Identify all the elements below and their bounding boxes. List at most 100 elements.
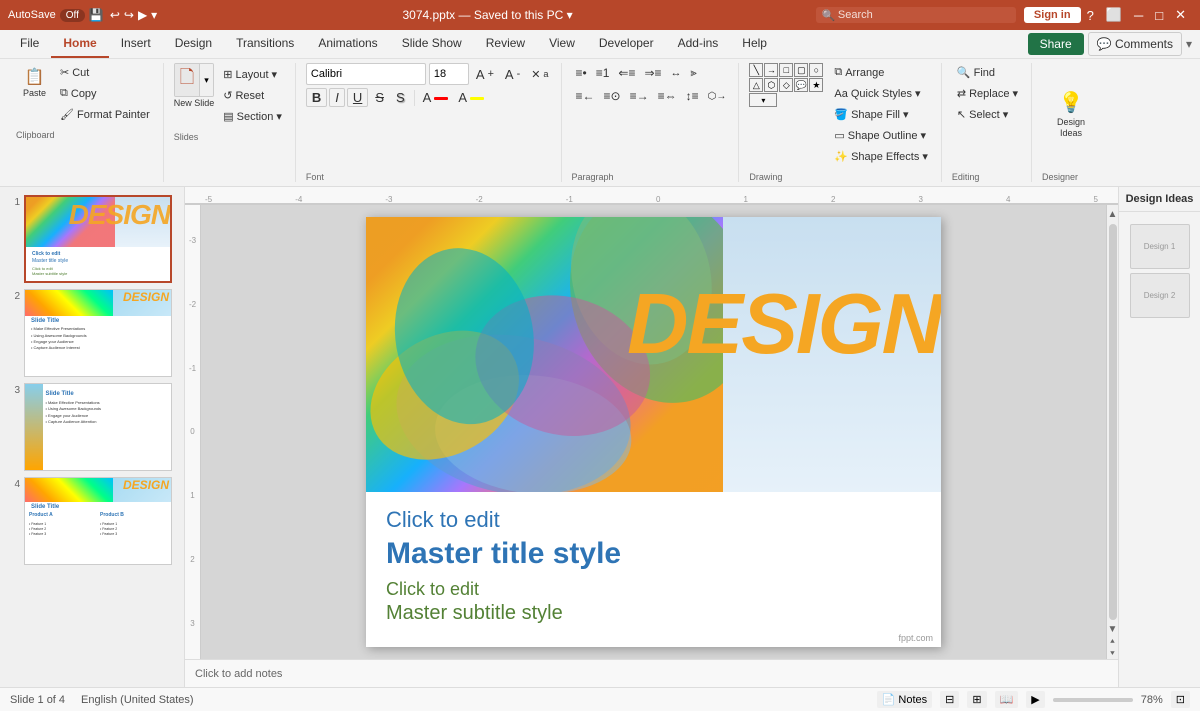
triangle-shape[interactable]: △ bbox=[749, 78, 763, 92]
select-button[interactable]: ↖ Select ▾ bbox=[952, 105, 1023, 124]
new-slide-button[interactable]: 🗋 ▾ bbox=[174, 63, 214, 97]
numbering-button[interactable]: ≡1 bbox=[592, 63, 614, 83]
slide-master-subtitle[interactable]: Master subtitle style bbox=[386, 602, 921, 625]
quick-styles-button[interactable]: Aa Quick Styles ▾ bbox=[829, 84, 933, 103]
sign-in-button[interactable]: Sign in bbox=[1024, 7, 1081, 23]
tab-view[interactable]: View bbox=[537, 30, 587, 58]
tab-review[interactable]: Review bbox=[474, 30, 537, 58]
bullets-button[interactable]: ≡• bbox=[572, 63, 591, 83]
cut-button[interactable]: ✂ Cut bbox=[55, 63, 155, 82]
paste-button[interactable]: 📋 Paste bbox=[16, 63, 53, 102]
tab-transitions[interactable]: Transitions bbox=[224, 30, 306, 58]
layout-button[interactable]: ⊞ Layout ▾ bbox=[218, 65, 287, 84]
rect-shape[interactable]: □ bbox=[779, 63, 793, 77]
diamond-shape[interactable]: ◇ bbox=[779, 78, 793, 92]
slide-thumb-1[interactable]: 1 DESIGN Click to edit Master title styl… bbox=[4, 195, 180, 283]
slide-canvas[interactable]: DESIGN Click to edit Master title style … bbox=[366, 217, 941, 647]
view-normal-button[interactable]: ⊟ bbox=[940, 691, 959, 708]
design-idea-1[interactable]: Design 1 bbox=[1130, 224, 1190, 269]
decrease-font-button[interactable]: A- bbox=[501, 65, 524, 84]
copy-button[interactable]: ⧉ Copy bbox=[55, 84, 155, 103]
zoom-slider[interactable] bbox=[1053, 698, 1133, 702]
minimize-button[interactable]: ─ bbox=[1128, 8, 1149, 23]
reset-button[interactable]: ↺ Reset bbox=[218, 86, 287, 105]
customize-icon[interactable]: ▾ bbox=[151, 8, 157, 22]
page-up-icon[interactable]: ⯅ bbox=[1109, 637, 1115, 647]
search-input[interactable] bbox=[816, 7, 1016, 23]
align-right-button[interactable]: ≡→ bbox=[626, 86, 653, 106]
replace-button[interactable]: ⇄ Replace ▾ bbox=[952, 84, 1023, 103]
comments-button[interactable]: 💬 Comments bbox=[1088, 32, 1182, 56]
ribbon-display-button[interactable]: ⬜ bbox=[1100, 7, 1128, 23]
save-icon[interactable]: 💾 bbox=[89, 8, 104, 22]
decrease-indent-button[interactable]: ⇐≡ bbox=[614, 63, 639, 83]
tab-design[interactable]: Design bbox=[163, 30, 224, 58]
shape-outline-button[interactable]: ▭ Shape Outline ▾ bbox=[829, 126, 933, 145]
rounded-rect-shape[interactable]: ▢ bbox=[794, 63, 808, 77]
font-size-input[interactable] bbox=[429, 63, 469, 85]
help-icon[interactable]: ? bbox=[1081, 8, 1100, 23]
align-center-button[interactable]: ≡⊙ bbox=[600, 86, 625, 106]
tab-insert[interactable]: Insert bbox=[109, 30, 163, 58]
smartart-button[interactable]: ⬡→ bbox=[704, 88, 731, 105]
slide-preview-1[interactable]: DESIGN Click to edit Master title style … bbox=[24, 195, 172, 283]
undo-icon[interactable]: ↩ bbox=[110, 8, 120, 22]
star-shape[interactable]: ★ bbox=[809, 78, 823, 92]
tab-file[interactable]: File bbox=[8, 30, 51, 58]
slide-thumb-3[interactable]: 3 Slide Title • Make Effective Presentat… bbox=[4, 383, 180, 471]
arrow-shape[interactable]: → bbox=[764, 63, 778, 77]
autosave-toggle[interactable]: Off bbox=[60, 9, 85, 22]
bold-button[interactable]: B bbox=[306, 88, 327, 107]
line-spacing-button[interactable]: ↕≡ bbox=[682, 86, 703, 106]
columns-button[interactable]: ⫸ bbox=[687, 64, 701, 83]
hexagon-shape[interactable]: ⬡ bbox=[764, 78, 778, 92]
more-shapes[interactable]: ▾ bbox=[749, 93, 777, 107]
scroll-up-icon[interactable]: ▲ bbox=[1108, 209, 1118, 220]
slide-text-area[interactable]: Click to edit Master title style Click t… bbox=[366, 492, 941, 647]
section-button[interactable]: ▤ Section ▾ bbox=[218, 107, 287, 126]
slide-click-edit-subtitle[interactable]: Click to edit bbox=[386, 579, 921, 600]
tab-slideshow[interactable]: Slide Show bbox=[390, 30, 474, 58]
slide-preview-2[interactable]: DESIGN Slide Title • Make Effective Pres… bbox=[24, 289, 172, 377]
slide-click-edit-title[interactable]: Click to edit bbox=[386, 507, 921, 533]
increase-font-button[interactable]: A+ bbox=[472, 65, 498, 84]
tab-help[interactable]: Help bbox=[730, 30, 779, 58]
ribbon-collapse-icon[interactable]: ▾ bbox=[1186, 37, 1192, 51]
line-shape[interactable]: ╲ bbox=[749, 63, 763, 77]
slideshow-button[interactable]: ▶ bbox=[1026, 691, 1044, 708]
clear-format-button[interactable]: ✕a bbox=[527, 66, 552, 83]
add-notes-area[interactable]: Click to add notes bbox=[185, 659, 1118, 687]
slide-preview-3[interactable]: Slide Title • Make Effective Presentatio… bbox=[24, 383, 172, 471]
format-painter-button[interactable]: 🖌 Format Painter bbox=[55, 105, 155, 124]
saved-dropdown-icon[interactable]: ▾ bbox=[567, 8, 573, 22]
slide-thumb-2[interactable]: 2 DESIGN Slide Title • Make Effective Pr… bbox=[4, 289, 180, 377]
tab-developer[interactable]: Developer bbox=[587, 30, 666, 58]
shape-fill-button[interactable]: 🪣 Shape Fill ▾ bbox=[829, 105, 933, 124]
present-icon[interactable]: ▶ bbox=[138, 8, 147, 22]
maximize-button[interactable]: □ bbox=[1149, 8, 1169, 23]
scroll-down-icon[interactable]: ▼ bbox=[1108, 624, 1118, 635]
notes-button[interactable]: 📄 Notes bbox=[877, 691, 933, 708]
design-ideas-button[interactable]: 💡 Design Ideas bbox=[1042, 85, 1100, 144]
view-reading-button[interactable]: 📖 bbox=[995, 691, 1019, 708]
font-name-input[interactable] bbox=[306, 63, 426, 85]
callout-shape[interactable]: 💬 bbox=[794, 78, 808, 92]
slide-master-title[interactable]: Master title style bbox=[386, 537, 921, 571]
text-direction-button[interactable]: ↔ bbox=[667, 64, 686, 82]
page-down-icon[interactable]: ⯆ bbox=[1109, 649, 1115, 659]
fit-slide-button[interactable]: ⊡ bbox=[1171, 691, 1190, 708]
justify-button[interactable]: ≡⇔ bbox=[654, 86, 681, 106]
underline-button[interactable]: U bbox=[347, 88, 368, 107]
tab-animations[interactable]: Animations bbox=[306, 30, 389, 58]
slide-preview-4[interactable]: DESIGN Slide Title Product A • Feature 1… bbox=[24, 477, 172, 565]
font-color-button[interactable]: A bbox=[419, 89, 453, 106]
slide-thumb-4[interactable]: 4 DESIGN Slide Title Product A • Feature… bbox=[4, 477, 180, 565]
tab-addins[interactable]: Add-ins bbox=[666, 30, 731, 58]
redo-icon[interactable]: ↪ bbox=[124, 8, 134, 22]
shape-effects-button[interactable]: ✨ Shape Effects ▾ bbox=[829, 147, 933, 166]
design-idea-2[interactable]: Design 2 bbox=[1130, 273, 1190, 318]
view-slide-sorter-button[interactable]: ⊞ bbox=[967, 691, 986, 708]
close-button[interactable]: ✕ bbox=[1169, 7, 1192, 23]
vertical-scrollbar[interactable]: ▲ ▼ ⯅ ⯆ bbox=[1106, 205, 1118, 659]
arrange-button[interactable]: ⧉ Arrange bbox=[829, 63, 933, 82]
